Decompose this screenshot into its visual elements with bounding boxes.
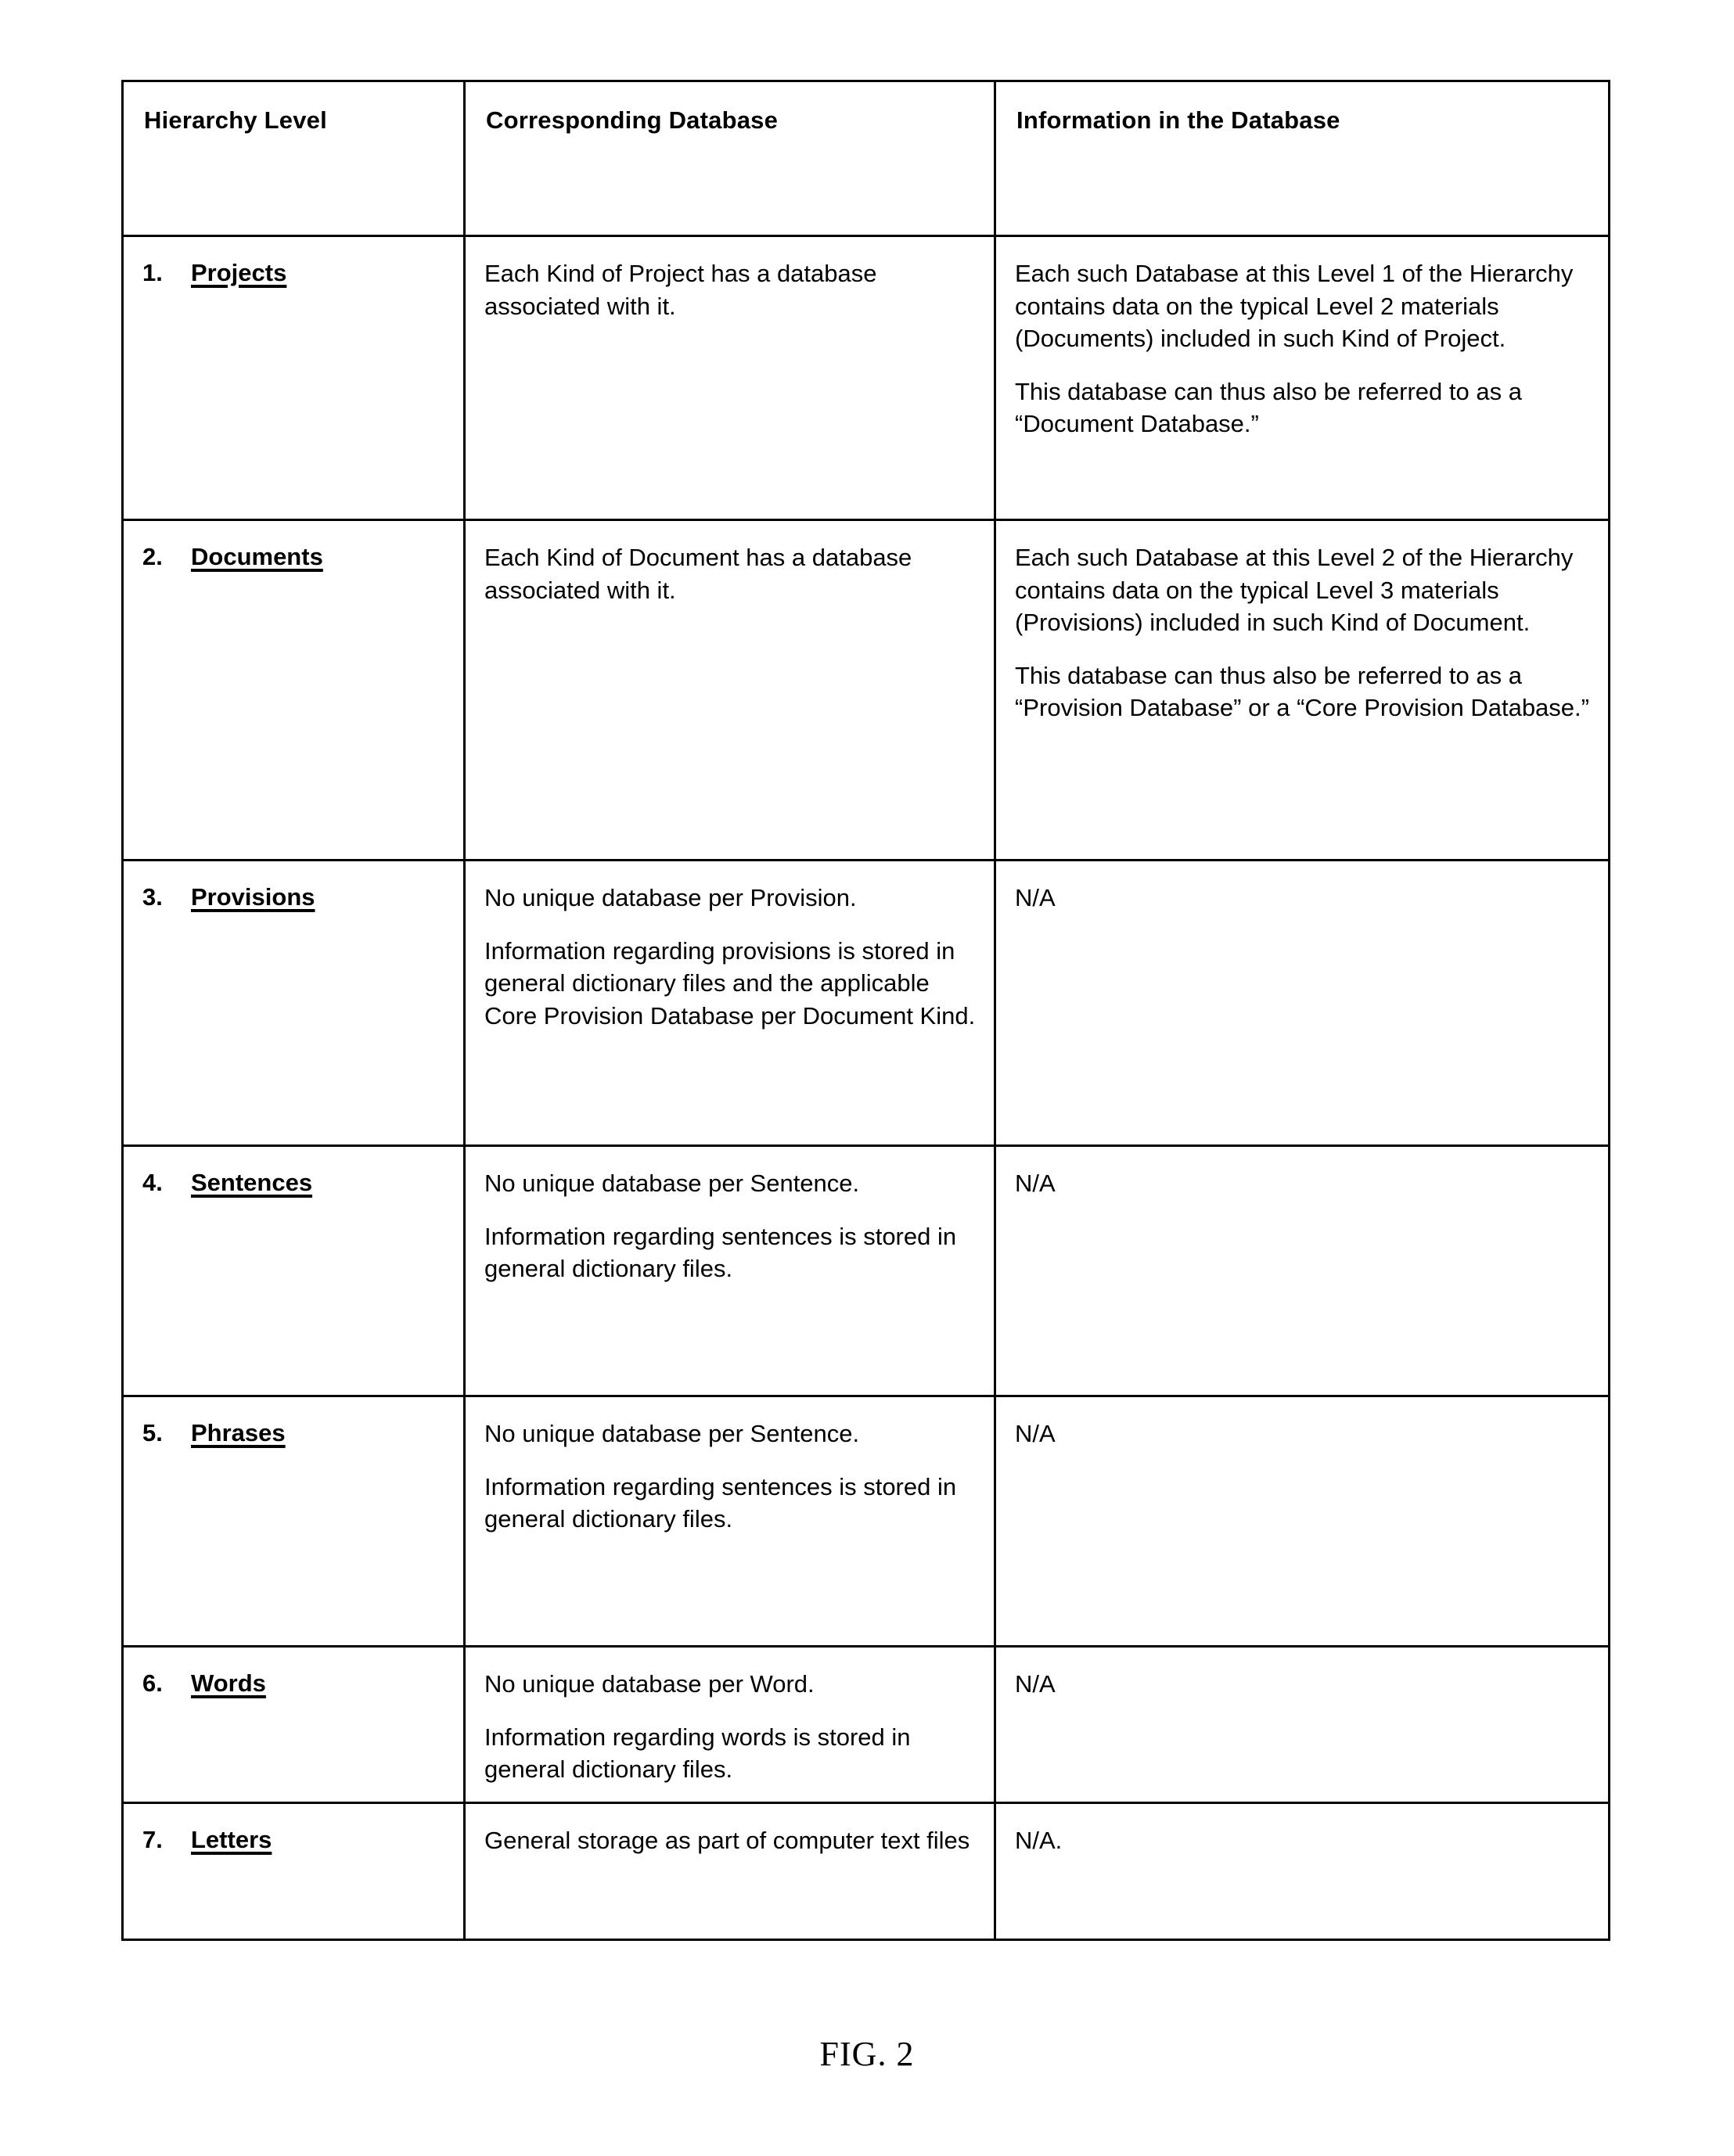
paragraph: No unique database per Provision. bbox=[484, 884, 857, 911]
table-row: 1. Projects Each Kind of Project has a da… bbox=[121, 235, 1610, 521]
cell-information-in-database: Each such Database at this Level 1 of th… bbox=[994, 235, 1610, 521]
level-number: 2. bbox=[142, 543, 163, 570]
column-header-corresponding-database: Corresponding Database bbox=[463, 80, 996, 237]
information-in-database-text: N/A. bbox=[996, 1804, 1608, 1871]
cell-corresponding-database: General storage as part of computer text… bbox=[463, 1802, 996, 1941]
column-header-corresponding-database-label: Corresponding Database bbox=[486, 106, 779, 134]
paragraph: N/A bbox=[1015, 1170, 1056, 1197]
paragraph: Each Kind of Document has a database ass… bbox=[484, 544, 912, 604]
information-in-database-text: N/A bbox=[996, 1397, 1608, 1464]
cell-information-in-database: N/A bbox=[994, 1395, 1610, 1648]
column-header-hierarchy-level: Hierarchy Level bbox=[121, 80, 466, 237]
cell-information-in-database: N/A. bbox=[994, 1802, 1610, 1941]
cell-hierarchy-level: 1. Projects bbox=[121, 235, 466, 521]
corresponding-database-text: No unique database per Word. Information… bbox=[466, 1648, 994, 1800]
paragraph: This database can thus also be referred … bbox=[1015, 377, 1522, 438]
paragraph: Each Kind of Project has a database asso… bbox=[484, 260, 877, 320]
hierarchy-level-entry: 7. Letters bbox=[124, 1804, 463, 1870]
cell-corresponding-database: Each Kind of Document has a database ass… bbox=[463, 519, 996, 861]
corresponding-database-text: No unique database per Sentence. Informa… bbox=[466, 1397, 994, 1550]
level-name: Provisions bbox=[191, 883, 315, 911]
level-name: Documents bbox=[191, 543, 323, 570]
information-in-database-text: Each such Database at this Level 2 of th… bbox=[996, 521, 1608, 738]
cell-hierarchy-level: 5. Phrases bbox=[121, 1395, 466, 1648]
cell-information-in-database: N/A bbox=[994, 859, 1610, 1147]
paragraph: No unique database per Word. bbox=[484, 1670, 815, 1698]
level-number: 7. bbox=[142, 1826, 163, 1853]
information-in-database-text: N/A bbox=[996, 861, 1608, 929]
corresponding-database-text: No unique database per Sentence. Informa… bbox=[466, 1147, 994, 1299]
cell-hierarchy-level: 2. Documents bbox=[121, 519, 466, 861]
level-name: Sentences bbox=[191, 1169, 313, 1196]
column-header-hierarchy-level-label: Hierarchy Level bbox=[144, 106, 327, 134]
level-number: 6. bbox=[142, 1669, 163, 1697]
hierarchy-database-table: Hierarchy Level Corresponding Database I… bbox=[121, 80, 1610, 1941]
hierarchy-level-entry: 2. Documents bbox=[124, 521, 463, 587]
paragraph: Information regarding sentences is store… bbox=[484, 1472, 957, 1533]
paragraph: Each such Database at this Level 1 of th… bbox=[1015, 260, 1574, 353]
cell-corresponding-database: No unique database per Sentence. Informa… bbox=[463, 1395, 996, 1648]
hierarchy-level-entry: 3. Provisions bbox=[124, 861, 463, 927]
level-number: 1. bbox=[142, 259, 163, 286]
level-name: Phrases bbox=[191, 1419, 286, 1446]
paragraph: General storage as part of computer text… bbox=[484, 1827, 970, 1854]
corresponding-database-text: Each Kind of Document has a database ass… bbox=[466, 521, 994, 620]
information-in-database-text: N/A bbox=[996, 1648, 1608, 1715]
paragraph: N/A bbox=[1015, 1420, 1056, 1447]
table-row: 2. Documents Each Kind of Document has a … bbox=[121, 519, 1610, 861]
paragraph: N/A bbox=[1015, 884, 1056, 911]
level-number: 3. bbox=[142, 883, 163, 911]
column-header-information-in-the-database-label: Information in the Database bbox=[1016, 106, 1340, 134]
paragraph: Information regarding words is stored in… bbox=[484, 1723, 911, 1784]
level-name: Words bbox=[191, 1669, 266, 1697]
cell-hierarchy-level: 4. Sentences bbox=[121, 1144, 466, 1397]
hierarchy-database-table-wrapper: Hierarchy Level Corresponding Database I… bbox=[121, 80, 1610, 1941]
paragraph: No unique database per Sentence. bbox=[484, 1170, 860, 1197]
paragraph: Each such Database at this Level 2 of th… bbox=[1015, 544, 1574, 637]
cell-corresponding-database: No unique database per Word. Information… bbox=[463, 1645, 996, 1804]
paragraph: N/A bbox=[1015, 1670, 1056, 1698]
table-row: 6. Words No unique database per Word. Inf… bbox=[121, 1645, 1610, 1804]
information-in-database-text: Each such Database at this Level 1 of th… bbox=[996, 237, 1608, 455]
information-in-database-text: N/A bbox=[996, 1147, 1608, 1214]
paragraph: This database can thus also be referred … bbox=[1015, 661, 1589, 722]
cell-corresponding-database: No unique database per Sentence. Informa… bbox=[463, 1144, 996, 1397]
table-row: 3. Provisions No unique database per Prov… bbox=[121, 859, 1610, 1147]
column-header-information-in-the-database: Information in the Database bbox=[994, 80, 1610, 237]
paragraph: Information regarding sentences is store… bbox=[484, 1222, 957, 1283]
table-row: 4. Sentences No unique database per Sente… bbox=[121, 1144, 1610, 1397]
level-number: 4. bbox=[142, 1169, 163, 1196]
corresponding-database-text: General storage as part of computer text… bbox=[466, 1804, 994, 1871]
hierarchy-level-entry: 1. Projects bbox=[124, 237, 463, 303]
cell-information-in-database: N/A bbox=[994, 1645, 1610, 1804]
hierarchy-level-entry: 4. Sentences bbox=[124, 1147, 463, 1213]
hierarchy-level-entry: 5. Phrases bbox=[124, 1397, 463, 1463]
paragraph: Information regarding provisions is stor… bbox=[484, 936, 976, 1029]
cell-hierarchy-level: 6. Words bbox=[121, 1645, 466, 1804]
table-row: 5. Phrases No unique database per Sentenc… bbox=[121, 1395, 1610, 1648]
table-header-row: Hierarchy Level Corresponding Database I… bbox=[121, 80, 1610, 237]
table-row: 7. Letters General storage as part of com… bbox=[121, 1802, 1610, 1941]
figure-caption: FIG. 2 bbox=[819, 2035, 915, 2073]
corresponding-database-text: Each Kind of Project has a database asso… bbox=[466, 237, 994, 336]
cell-hierarchy-level: 7. Letters bbox=[121, 1802, 466, 1941]
level-number: 5. bbox=[142, 1419, 163, 1446]
level-name: Letters bbox=[191, 1826, 272, 1853]
paragraph: N/A. bbox=[1015, 1827, 1063, 1854]
cell-hierarchy-level: 3. Provisions bbox=[121, 859, 466, 1147]
cell-corresponding-database: No unique database per Provision. Inform… bbox=[463, 859, 996, 1147]
hierarchy-level-entry: 6. Words bbox=[124, 1648, 463, 1713]
level-name: Projects bbox=[191, 259, 287, 286]
paragraph: No unique database per Sentence. bbox=[484, 1420, 860, 1447]
corresponding-database-text: No unique database per Provision. Inform… bbox=[466, 861, 994, 1046]
cell-corresponding-database: Each Kind of Project has a database asso… bbox=[463, 235, 996, 521]
patent-figure-page: Hierarchy Level Corresponding Database I… bbox=[0, 0, 1734, 2156]
cell-information-in-database: Each such Database at this Level 2 of th… bbox=[994, 519, 1610, 861]
cell-information-in-database: N/A bbox=[994, 1144, 1610, 1397]
